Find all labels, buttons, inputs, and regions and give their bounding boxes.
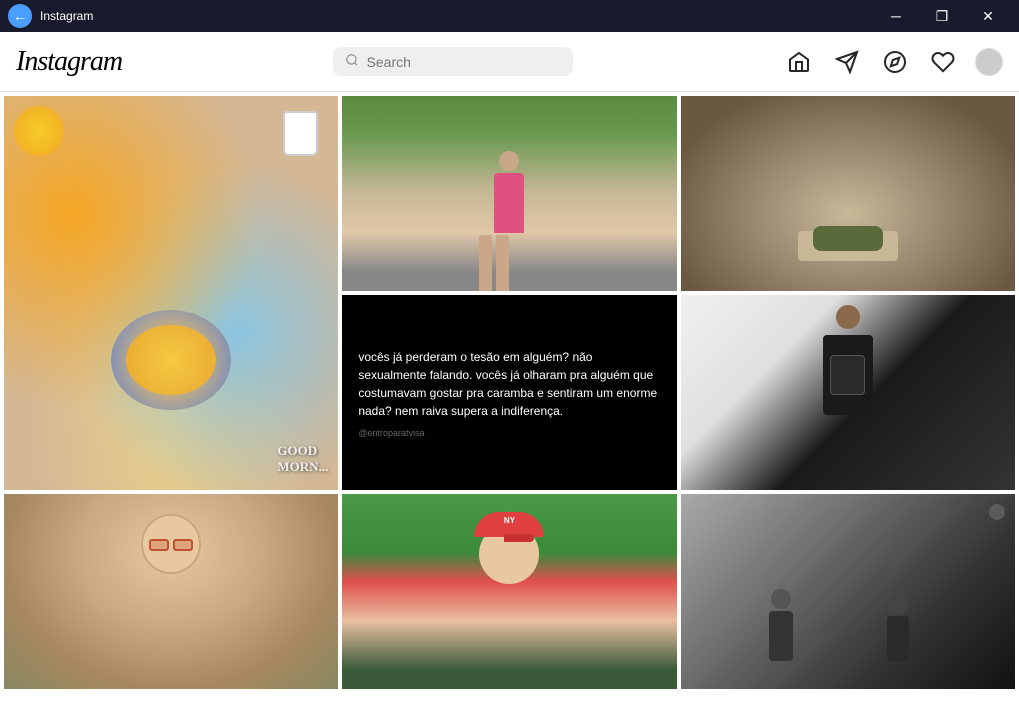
quote-text: vocês já perderam o tesão em alguém? não… xyxy=(358,348,660,420)
window-controls: ─ ❐ ✕ xyxy=(873,0,1011,32)
home-nav-button[interactable] xyxy=(783,46,815,78)
post-text-quote[interactable]: vocês já perderam o tesão em alguém? não… xyxy=(342,295,676,490)
nav-icons xyxy=(783,46,1003,78)
quote-handle: @entroparatvisa xyxy=(358,428,424,438)
direct-nav-button[interactable] xyxy=(831,46,863,78)
post-woman-glasses[interactable] xyxy=(4,494,338,689)
search-icon xyxy=(345,53,359,70)
maximize-button[interactable]: ❐ xyxy=(919,0,965,32)
post-soccer-player[interactable] xyxy=(681,295,1015,490)
instagram-logo: Instagram xyxy=(16,46,122,78)
activity-nav-button[interactable] xyxy=(927,46,959,78)
post-girl-cap[interactable]: NY xyxy=(342,494,676,689)
back-icon: ← xyxy=(13,8,27,24)
back-button[interactable]: ← xyxy=(8,4,32,28)
search-input[interactable] xyxy=(367,54,561,70)
post-girl-outdoor[interactable] xyxy=(342,96,676,291)
titlebar: ← Instagram ─ ❐ ✕ xyxy=(0,0,1019,32)
titlebar-title: Instagram xyxy=(40,9,873,23)
post-animal-hand[interactable] xyxy=(681,96,1015,291)
search-input-wrap[interactable] xyxy=(333,47,573,76)
close-button[interactable]: ✕ xyxy=(965,0,1011,32)
search-bar-container xyxy=(122,47,783,76)
post-couple-bw[interactable] xyxy=(681,494,1015,689)
app-header: Instagram xyxy=(0,32,1019,92)
explore-nav-button[interactable] xyxy=(879,46,911,78)
minimize-button[interactable]: ─ xyxy=(873,0,919,32)
profile-avatar[interactable] xyxy=(975,48,1003,76)
feed-grid: .feed { display: grid; grid-template-col… xyxy=(0,92,1019,726)
post-food-breakfast[interactable]: GOODMORN... xyxy=(4,96,338,490)
